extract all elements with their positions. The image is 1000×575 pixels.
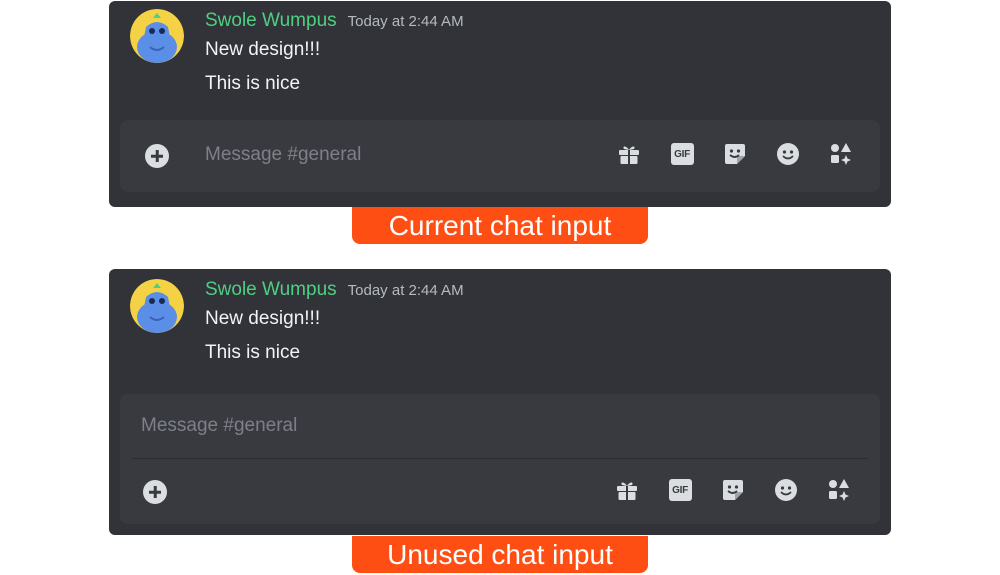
caption-unused: Unused chat input [352, 536, 648, 573]
apps-icon [829, 479, 849, 501]
add-attachment-button[interactable] [145, 144, 169, 168]
input-actions: GIF [617, 142, 853, 166]
apps-button[interactable] [829, 142, 853, 166]
username[interactable]: Swole Wumpus [205, 10, 337, 32]
avatar[interactable] [130, 279, 184, 333]
message-input-placeholder[interactable]: Message #general [141, 415, 297, 437]
gif-button[interactable]: GIF [668, 478, 692, 502]
input-actions: GIF [615, 478, 851, 502]
emoji-button[interactable] [776, 142, 800, 166]
timestamp: Today at 2:44 AM [347, 282, 464, 299]
gift-icon [619, 146, 639, 164]
avatar[interactable] [130, 9, 184, 63]
chat-panel-unused: Swole Wumpus Today at 2:44 AM New design… [109, 269, 891, 535]
chat-panel-current: Swole Wumpus Today at 2:44 AM New design… [109, 1, 891, 207]
gif-button[interactable]: GIF [670, 142, 694, 166]
sticker-button[interactable] [723, 142, 747, 166]
chat-input-box[interactable]: Message #general GIF [120, 394, 880, 524]
message: Swole Wumpus Today at 2:44 AM New design… [205, 10, 464, 96]
add-attachment-button[interactable] [143, 480, 167, 504]
gift-button[interactable] [617, 142, 641, 166]
sticker-button[interactable] [721, 478, 745, 502]
sticker-icon [723, 480, 743, 500]
gif-icon: GIF [670, 143, 694, 165]
gif-icon: GIF [668, 479, 692, 501]
caption-current: Current chat input [352, 207, 648, 244]
input-divider [132, 458, 868, 459]
message: Swole Wumpus Today at 2:44 AM New design… [205, 279, 464, 365]
username[interactable]: Swole Wumpus [205, 279, 337, 301]
timestamp: Today at 2:44 AM [347, 13, 464, 30]
gift-button[interactable] [615, 478, 639, 502]
gift-icon [617, 482, 637, 500]
emoji-button[interactable] [774, 478, 798, 502]
chat-input-box[interactable]: Message #general GIF [120, 120, 880, 192]
message-input-placeholder[interactable]: Message #general [205, 144, 361, 166]
message-line: New design!!! [205, 39, 321, 60]
apps-button[interactable] [827, 478, 851, 502]
sticker-icon [725, 144, 745, 164]
message-line: This is nice [205, 342, 301, 363]
emoji-icon [777, 143, 799, 165]
apps-icon [831, 143, 851, 165]
emoji-icon [775, 479, 797, 501]
message-line: This is nice [205, 73, 301, 94]
message-line: New design!!! [205, 308, 321, 329]
